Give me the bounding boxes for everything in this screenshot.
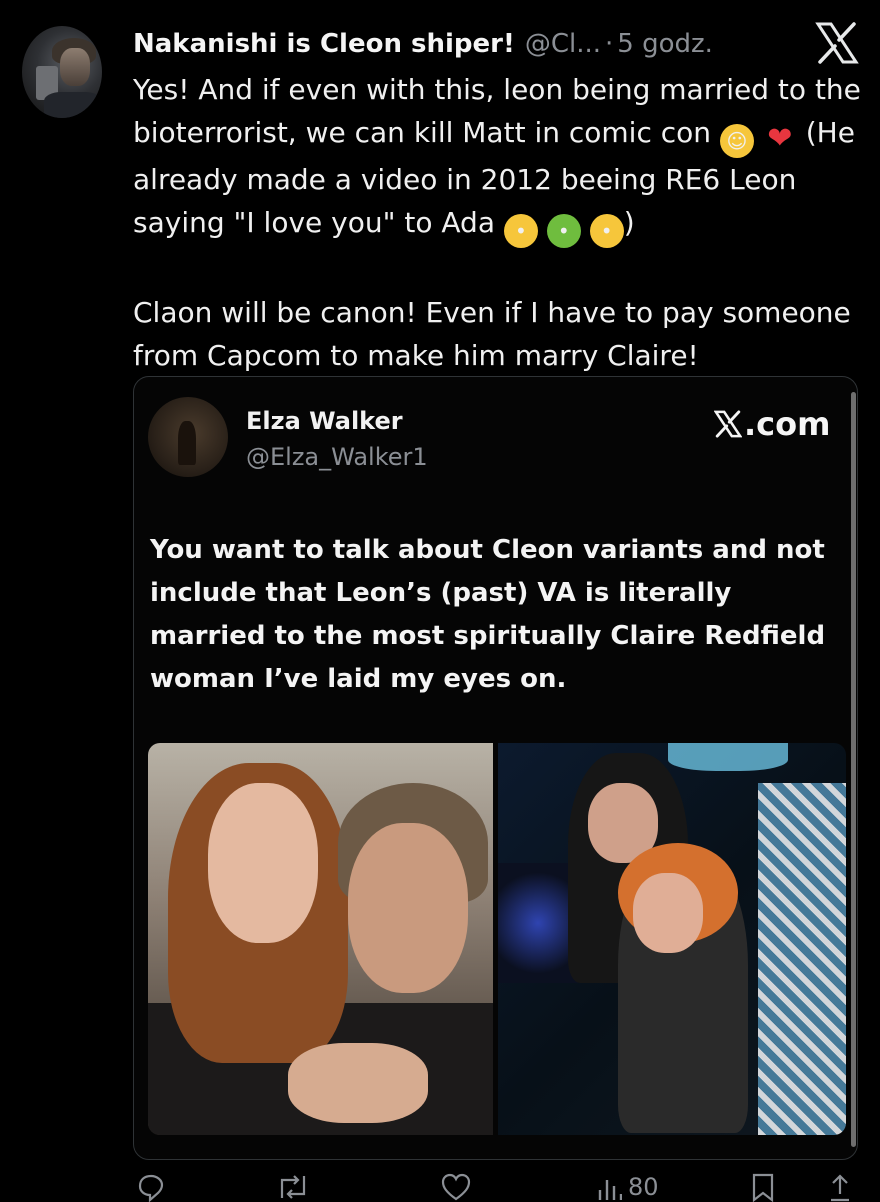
quoted-author-handle[interactable]: @Elza_Walker1: [246, 443, 428, 471]
views-button[interactable]: 80: [596, 1172, 659, 1202]
quoted-author-name[interactable]: Elza Walker: [246, 407, 403, 435]
views-count: 80: [628, 1173, 659, 1201]
share-button[interactable]: [828, 1172, 852, 1202]
x-com-label: .com: [714, 405, 830, 443]
retweet-icon: [280, 1175, 306, 1199]
smiling-face-emoji: ☺: [719, 124, 754, 158]
quoted-author-avatar[interactable]: [148, 397, 228, 477]
share-icon: [831, 1174, 849, 1202]
tweet-paragraph-2: Claon will be canon! Even if I have to p…: [133, 296, 851, 372]
quoted-photo-couple-selfie[interactable]: [148, 743, 493, 1135]
tweet-paragraph-1: Yes! And if even with this, leon being m…: [133, 68, 863, 248]
tweet-header: Nakanishi is Cleon shiper! @Cl... · 5 go…: [133, 24, 713, 64]
face-vomiting-emoji: •: [589, 214, 624, 248]
quoted-tweet-card[interactable]: Elza Walker @Elza_Walker1 .com You want …: [133, 376, 858, 1160]
x-logo-icon[interactable]: [815, 22, 859, 64]
author-avatar[interactable]: [22, 26, 102, 118]
x-logo-icon: [714, 410, 742, 438]
reply-button[interactable]: [136, 1172, 166, 1202]
quoted-tweet-text: You want to talk about Cleon variants an…: [150, 535, 826, 694]
reply-icon: [138, 1174, 164, 1202]
retweet-button[interactable]: [276, 1172, 310, 1202]
author-handle[interactable]: @Cl...: [525, 29, 601, 59]
views-icon: [598, 1180, 622, 1200]
author-name[interactable]: Nakanishi is Cleon shiper!: [133, 29, 515, 59]
separator-dot: ·: [605, 29, 614, 59]
scrollbar[interactable]: [851, 392, 856, 1147]
nauseated-face-emoji: •: [546, 214, 581, 248]
bookmark-icon: [752, 1173, 774, 1202]
quoted-photo-couple-sunglasses[interactable]: [498, 743, 846, 1135]
face-with-rolling-eyes-emoji: •: [503, 214, 538, 248]
like-button[interactable]: [440, 1172, 472, 1202]
tweet-time[interactable]: 5 godz.: [617, 29, 713, 59]
tweet-actions: 80: [0, 1168, 880, 1202]
bookmark-button[interactable]: [750, 1172, 776, 1202]
tweet-text: Yes! And if even with this, leon being m…: [133, 68, 863, 377]
red-heart-emoji: ❤: [767, 121, 793, 156]
like-icon: [441, 1173, 471, 1201]
